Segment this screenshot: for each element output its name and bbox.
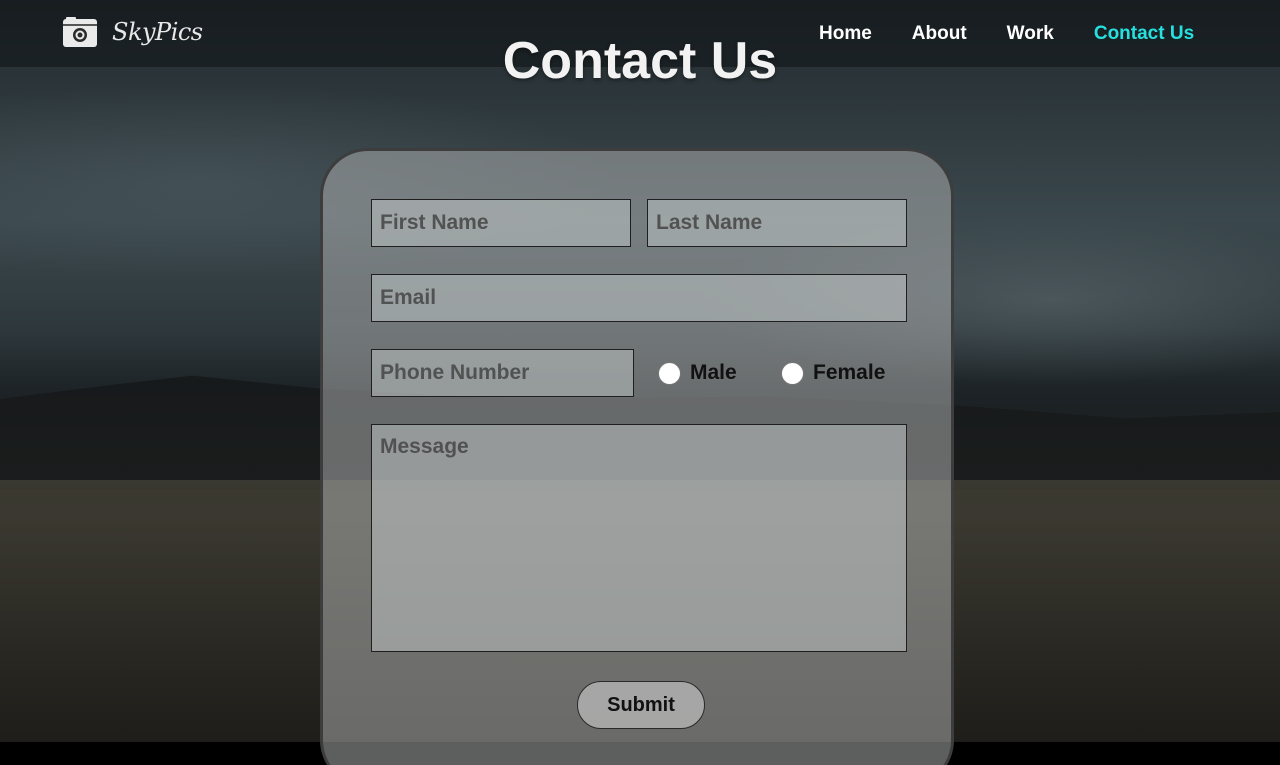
- page-title: Contact Us: [502, 32, 778, 90]
- radio-label-female: Female: [813, 361, 886, 384]
- contact-form: Male Female Submit: [320, 148, 954, 765]
- gender-radio-male[interactable]: Male: [658, 361, 737, 385]
- gender-radio-female[interactable]: Female: [781, 361, 885, 385]
- message-textarea[interactable]: [371, 424, 907, 652]
- radio-button-female[interactable]: [781, 361, 804, 385]
- submit-button[interactable]: Submit: [577, 681, 705, 729]
- phone-number-input[interactable]: [371, 349, 634, 397]
- last-name-input[interactable]: [647, 199, 907, 247]
- radio-button-male[interactable]: [658, 361, 681, 385]
- first-name-input[interactable]: [371, 199, 631, 247]
- email-input[interactable]: [371, 274, 907, 322]
- contact-page: SkyPics Home About Work Contact Us Conta…: [0, 0, 1280, 765]
- radio-label-male: Male: [690, 361, 737, 384]
